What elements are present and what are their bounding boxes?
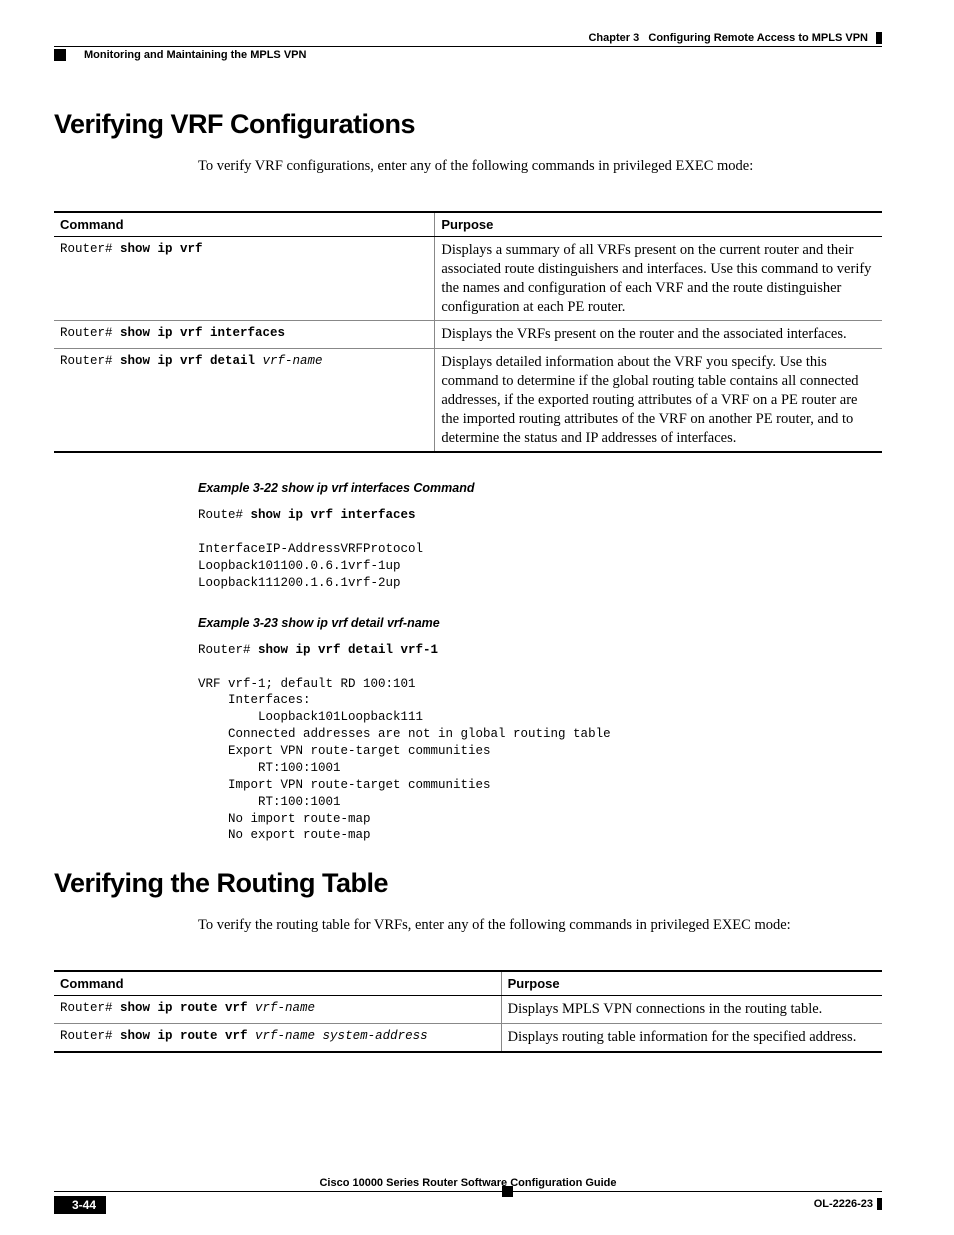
page-number-badge: 3-44 [54, 1196, 106, 1214]
intro-paragraph: To verify the routing table for VRFs, en… [198, 917, 882, 934]
example-3-22-title: Example 3-22 show ip vrf interfaces Comm… [198, 481, 882, 495]
header-end-marker-icon [876, 32, 882, 44]
table-row: Router# show ip vrf interfaces Displays … [54, 321, 882, 349]
guide-title: Cisco 10000 Series Router Software Confi… [54, 1177, 882, 1191]
document-id: OL-2226-23 [814, 1198, 882, 1210]
heading-verifying-routing-table: Verifying the Routing Table [54, 868, 882, 899]
doc-id-end-marker-icon [877, 1198, 882, 1210]
vrf-command-table: Command Purpose Router# show ip vrf Disp… [54, 211, 882, 453]
column-header-purpose: Purpose [435, 212, 882, 237]
example-3-23-code: Router# show ip vrf detail vrf-1 VRF vrf… [198, 642, 882, 845]
example-3-22-code: Route# show ip vrf interfaces InterfaceI… [198, 507, 882, 591]
purpose-cell: Displays MPLS VPN connections in the rou… [501, 996, 882, 1024]
table-row: Router# show ip vrf detail vrf-name Disp… [54, 349, 882, 453]
chapter-header: Chapter 3 Configuring Remote Access to M… [54, 32, 882, 44]
table-row: Router# show ip route vrf vrf-name syste… [54, 1024, 882, 1052]
command-cell: Router# show ip route vrf vrf-name syste… [54, 1024, 501, 1052]
routing-table-command-table: Command Purpose Router# show ip route vr… [54, 970, 882, 1053]
purpose-cell: Displays detailed information about the … [435, 349, 882, 453]
table-row: Router# show ip route vrf vrf-name Displ… [54, 996, 882, 1024]
header-start-marker-icon [54, 49, 66, 61]
purpose-cell: Displays the VRFs present on the router … [435, 321, 882, 349]
column-header-command: Command [54, 971, 501, 996]
section-header: Monitoring and Maintaining the MPLS VPN [54, 46, 882, 61]
command-cell: Router# show ip vrf [54, 237, 435, 321]
chapter-title: Configuring Remote Access to MPLS VPN [648, 32, 868, 44]
footer-marker-icon [502, 1186, 513, 1197]
column-header-purpose: Purpose [501, 971, 882, 996]
section-title: Monitoring and Maintaining the MPLS VPN [84, 49, 306, 61]
example-3-23-title: Example 3-23 show ip vrf detail vrf-name [198, 616, 882, 630]
table-row: Router# show ip vrf Displays a summary o… [54, 237, 882, 321]
chapter-label: Chapter 3 [588, 32, 639, 44]
command-cell: Router# show ip route vrf vrf-name [54, 996, 501, 1024]
column-header-command: Command [54, 212, 435, 237]
table-header-row: Command Purpose [54, 212, 882, 237]
purpose-cell: Displays a summary of all VRFs present o… [435, 237, 882, 321]
purpose-cell: Displays routing table information for t… [501, 1024, 882, 1052]
command-cell: Router# show ip vrf interfaces [54, 321, 435, 349]
intro-paragraph: To verify VRF configurations, enter any … [198, 158, 882, 175]
page-footer: Cisco 10000 Series Router Software Confi… [54, 1177, 882, 1211]
heading-verifying-vrf-configurations: Verifying VRF Configurations [54, 109, 882, 140]
table-header-row: Command Purpose [54, 971, 882, 996]
footer-rule: 3-44 OL-2226-23 [54, 1191, 882, 1211]
command-cell: Router# show ip vrf detail vrf-name [54, 349, 435, 453]
